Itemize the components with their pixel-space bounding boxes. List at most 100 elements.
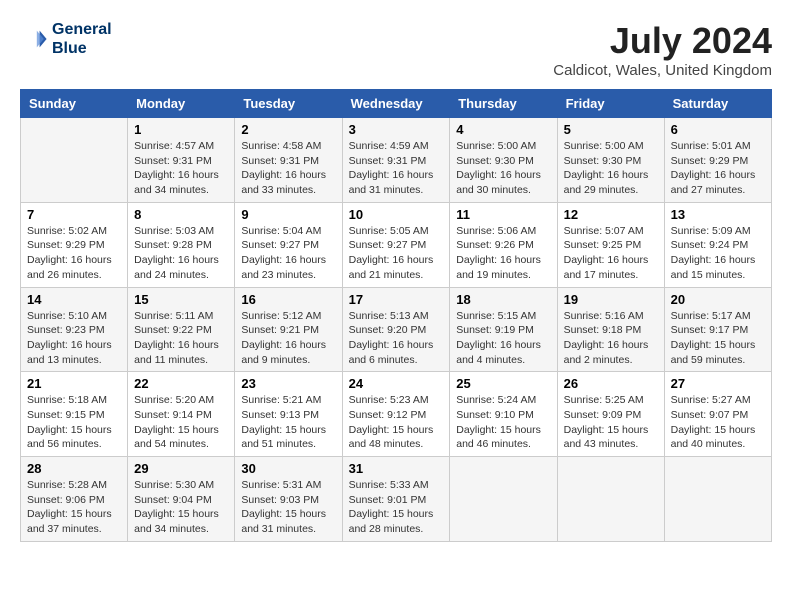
- day-number: 3: [349, 122, 444, 137]
- day-info: Sunrise: 5:27 AM Sunset: 9:07 PM Dayligh…: [671, 393, 765, 452]
- calendar-cell: 25 Sunrise: 5:24 AM Sunset: 9:10 PM Dayli…: [450, 372, 557, 457]
- day-info: Sunrise: 5:07 AM Sunset: 9:25 PM Dayligh…: [564, 224, 658, 283]
- day-number: 27: [671, 376, 765, 391]
- calendar-cell: 16Sunrise: 5:12 AM Sunset: 9:21 PM Dayli…: [235, 287, 342, 372]
- week-row-5: 28Sunrise: 5:28 AM Sunset: 9:06 PM Dayli…: [21, 457, 772, 542]
- calendar-cell: 20Sunrise: 5:17 AM Sunset: 9:17 PM Dayli…: [664, 287, 771, 372]
- day-info: Sunrise: 5:01 AM Sunset: 9:29 PM Dayligh…: [671, 139, 765, 198]
- day-number: 18: [456, 292, 550, 307]
- day-number: 22: [134, 376, 228, 391]
- day-number: 9: [241, 207, 335, 222]
- day-info: Sunrise: 5:12 AM Sunset: 9:21 PM Dayligh…: [241, 309, 335, 368]
- calendar-cell: 7 Sunrise: 5:02 AM Sunset: 9:29 PM Daylig…: [21, 202, 128, 287]
- week-row-4: 21Sunrise: 5:18 AM Sunset: 9:15 PM Dayli…: [21, 372, 772, 457]
- day-info: Sunrise: 5:25 AM Sunset: 9:09 PM Dayligh…: [564, 393, 658, 452]
- day-info: Sunrise: 5:20 AM Sunset: 9:14 PM Dayligh…: [134, 393, 228, 452]
- day-number: 12: [564, 207, 658, 222]
- day-info: Sunrise: 5:04 AM Sunset: 9:27 PM Dayligh…: [241, 224, 335, 283]
- calendar-cell: 9 Sunrise: 5:04 AM Sunset: 9:27 PM Daylig…: [235, 202, 342, 287]
- day-info: Sunrise: 5:02 AM Sunset: 9:29 PM Dayligh…: [27, 224, 121, 283]
- calendar-cell: 5Sunrise: 5:00 AM Sunset: 9:30 PM Daylig…: [557, 118, 664, 203]
- day-number: 17: [349, 292, 444, 307]
- day-number: 14: [27, 292, 121, 307]
- day-header-saturday: Saturday: [664, 90, 771, 118]
- calendar-cell: 27 Sunrise: 5:27 AM Sunset: 9:07 PM Dayli…: [664, 372, 771, 457]
- day-info: Sunrise: 5:23 AM Sunset: 9:12 PM Dayligh…: [349, 393, 444, 452]
- week-row-1: 1 Sunrise: 4:57 AM Sunset: 9:31 PM Daylig…: [21, 118, 772, 203]
- day-info: Sunrise: 5:21 AM Sunset: 9:13 PM Dayligh…: [241, 393, 335, 452]
- calendar-cell: 6 Sunrise: 5:01 AM Sunset: 9:29 PM Daylig…: [664, 118, 771, 203]
- day-number: 6: [671, 122, 765, 137]
- calendar-cell: 26 Sunrise: 5:25 AM Sunset: 9:09 PM Dayli…: [557, 372, 664, 457]
- month-year: July 2024: [553, 20, 772, 62]
- calendar-cell: 12 Sunrise: 5:07 AM Sunset: 9:25 PM Dayli…: [557, 202, 664, 287]
- day-info: Sunrise: 5:16 AM Sunset: 9:18 PM Dayligh…: [564, 309, 658, 368]
- calendar-cell: 13Sunrise: 5:09 AM Sunset: 9:24 PM Dayli…: [664, 202, 771, 287]
- day-number: 5: [564, 122, 658, 137]
- day-number: 11: [456, 207, 550, 222]
- day-number: 31: [349, 461, 444, 476]
- day-number: 4: [456, 122, 550, 137]
- day-info: Sunrise: 5:30 AM Sunset: 9:04 PM Dayligh…: [134, 478, 228, 537]
- calendar-cell: [664, 457, 771, 542]
- day-info: Sunrise: 5:31 AM Sunset: 9:03 PM Dayligh…: [241, 478, 335, 537]
- day-number: 19: [564, 292, 658, 307]
- logo-text: General Blue: [52, 20, 112, 58]
- day-header-friday: Friday: [557, 90, 664, 118]
- day-number: 24: [349, 376, 444, 391]
- day-info: Sunrise: 5:06 AM Sunset: 9:26 PM Dayligh…: [456, 224, 550, 283]
- calendar-cell: 2 Sunrise: 4:58 AM Sunset: 9:31 PM Daylig…: [235, 118, 342, 203]
- calendar-cell: 8Sunrise: 5:03 AM Sunset: 9:28 PM Daylig…: [128, 202, 235, 287]
- day-header-wednesday: Wednesday: [342, 90, 450, 118]
- day-header-monday: Monday: [128, 90, 235, 118]
- day-info: Sunrise: 5:00 AM Sunset: 9:30 PM Dayligh…: [456, 139, 550, 198]
- day-info: Sunrise: 5:15 AM Sunset: 9:19 PM Dayligh…: [456, 309, 550, 368]
- day-header-thursday: Thursday: [450, 90, 557, 118]
- location: Caldicot, Wales, United Kingdom: [553, 62, 772, 79]
- day-number: 25: [456, 376, 550, 391]
- calendar-cell: 29Sunrise: 5:30 AM Sunset: 9:04 PM Dayli…: [128, 457, 235, 542]
- day-info: Sunrise: 4:58 AM Sunset: 9:31 PM Dayligh…: [241, 139, 335, 198]
- day-info: Sunrise: 5:03 AM Sunset: 9:28 PM Dayligh…: [134, 224, 228, 283]
- day-number: 30: [241, 461, 335, 476]
- calendar-cell: 4 Sunrise: 5:00 AM Sunset: 9:30 PM Daylig…: [450, 118, 557, 203]
- day-info: Sunrise: 4:59 AM Sunset: 9:31 PM Dayligh…: [349, 139, 444, 198]
- calendar-table: SundayMondayTuesdayWednesdayThursdayFrid…: [20, 89, 772, 542]
- calendar-cell: [557, 457, 664, 542]
- calendar-cell: 18 Sunrise: 5:15 AM Sunset: 9:19 PM Dayli…: [450, 287, 557, 372]
- calendar-cell: [21, 118, 128, 203]
- day-number: 26: [564, 376, 658, 391]
- calendar-cell: 17 Sunrise: 5:13 AM Sunset: 9:20 PM Dayli…: [342, 287, 450, 372]
- week-row-3: 14 Sunrise: 5:10 AM Sunset: 9:23 PM Dayli…: [21, 287, 772, 372]
- day-number: 10: [349, 207, 444, 222]
- calendar-cell: 30 Sunrise: 5:31 AM Sunset: 9:03 PM Dayli…: [235, 457, 342, 542]
- calendar-cell: 1 Sunrise: 4:57 AM Sunset: 9:31 PM Daylig…: [128, 118, 235, 203]
- day-info: Sunrise: 5:09 AM Sunset: 9:24 PM Dayligh…: [671, 224, 765, 283]
- calendar-cell: 31 Sunrise: 5:33 AM Sunset: 9:01 PM Dayli…: [342, 457, 450, 542]
- day-info: Sunrise: 4:57 AM Sunset: 9:31 PM Dayligh…: [134, 139, 228, 198]
- week-row-2: 7 Sunrise: 5:02 AM Sunset: 9:29 PM Daylig…: [21, 202, 772, 287]
- day-info: Sunrise: 5:10 AM Sunset: 9:23 PM Dayligh…: [27, 309, 121, 368]
- title-area: July 2024 Caldicot, Wales, United Kingdo…: [553, 20, 772, 79]
- calendar-cell: 3 Sunrise: 4:59 AM Sunset: 9:31 PM Daylig…: [342, 118, 450, 203]
- calendar-cell: 28Sunrise: 5:28 AM Sunset: 9:06 PM Dayli…: [21, 457, 128, 542]
- day-info: Sunrise: 5:24 AM Sunset: 9:10 PM Dayligh…: [456, 393, 550, 452]
- calendar-cell: 24 Sunrise: 5:23 AM Sunset: 9:12 PM Dayli…: [342, 372, 450, 457]
- calendar-cell: 21Sunrise: 5:18 AM Sunset: 9:15 PM Dayli…: [21, 372, 128, 457]
- day-info: Sunrise: 5:13 AM Sunset: 9:20 PM Dayligh…: [349, 309, 444, 368]
- day-number: 23: [241, 376, 335, 391]
- day-header-tuesday: Tuesday: [235, 90, 342, 118]
- calendar-cell: 14 Sunrise: 5:10 AM Sunset: 9:23 PM Dayli…: [21, 287, 128, 372]
- day-info: Sunrise: 5:33 AM Sunset: 9:01 PM Dayligh…: [349, 478, 444, 537]
- day-info: Sunrise: 5:28 AM Sunset: 9:06 PM Dayligh…: [27, 478, 121, 537]
- calendar-cell: 11 Sunrise: 5:06 AM Sunset: 9:26 PM Dayli…: [450, 202, 557, 287]
- day-info: Sunrise: 5:11 AM Sunset: 9:22 PM Dayligh…: [134, 309, 228, 368]
- day-number: 2: [241, 122, 335, 137]
- day-number: 7: [27, 207, 121, 222]
- day-number: 1: [134, 122, 228, 137]
- calendar-cell: 23 Sunrise: 5:21 AM Sunset: 9:13 PM Dayli…: [235, 372, 342, 457]
- calendar-cell: [450, 457, 557, 542]
- calendar-cell: 10 Sunrise: 5:05 AM Sunset: 9:27 PM Dayli…: [342, 202, 450, 287]
- logo: General Blue: [20, 20, 112, 58]
- day-info: Sunrise: 5:05 AM Sunset: 9:27 PM Dayligh…: [349, 224, 444, 283]
